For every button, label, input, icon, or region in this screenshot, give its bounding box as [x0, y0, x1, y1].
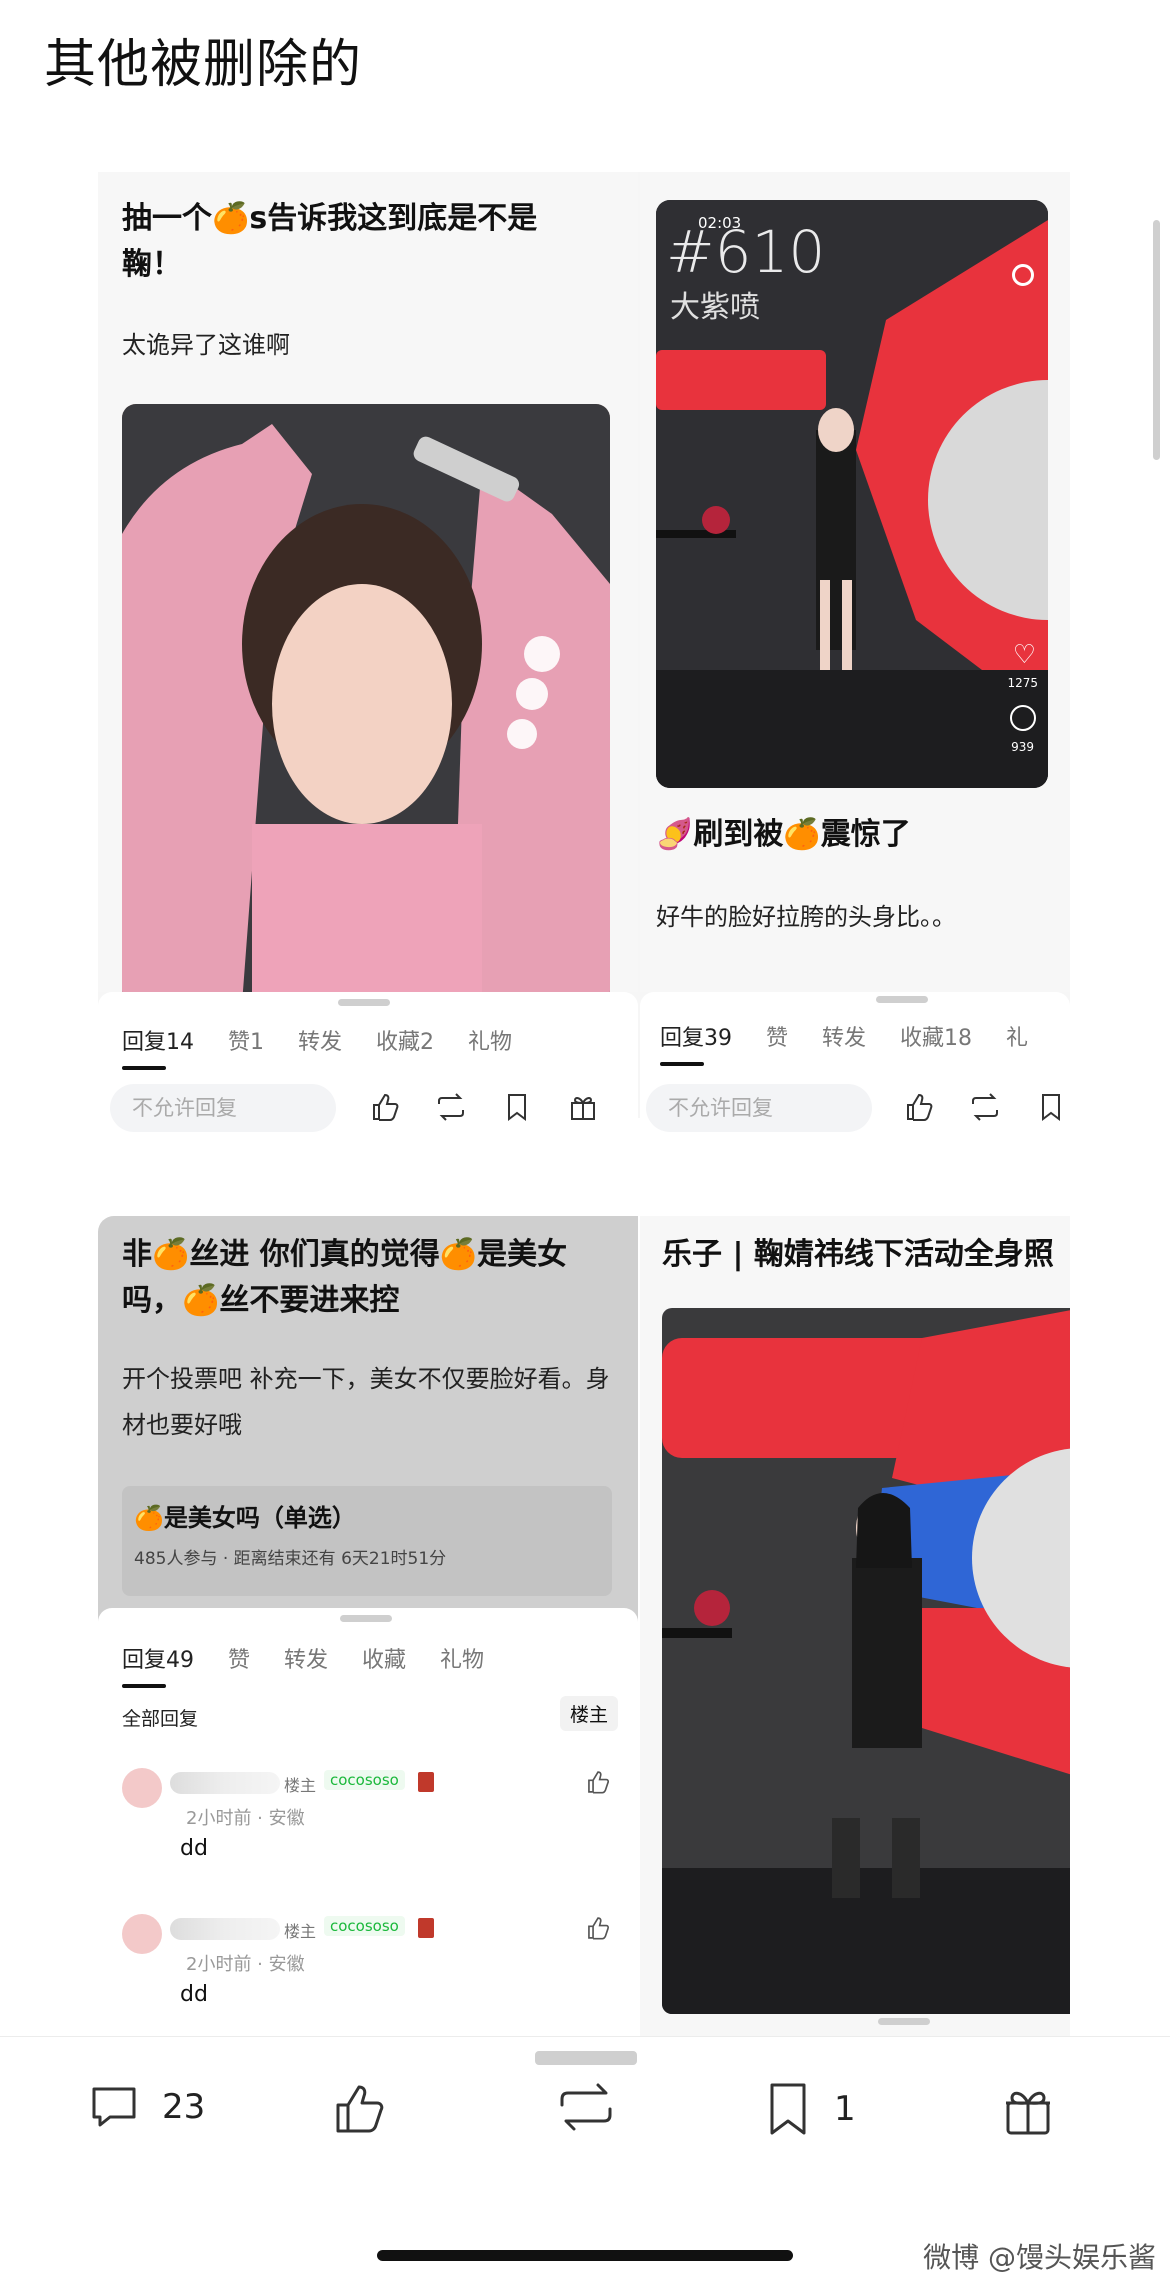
post-title: 抽一个🍊s告诉我这到底是不是鞠！: [122, 201, 538, 282]
user-badge: cocososo: [324, 1916, 405, 1936]
watermark: 微博 @馒头娱乐酱: [923, 2241, 1156, 2274]
tab-gifts[interactable]: 礼: [1006, 1020, 1028, 1052]
comment-icon[interactable]: [1010, 705, 1036, 731]
page: 其他被删除的 抽一个🍊s告诉我这到底是不是鞠！ 太诡异了这谁啊 回复14 赞1 …: [0, 0, 1170, 2285]
op-filter-button[interactable]: 楼主: [559, 1696, 618, 1731]
video-like-count: 1275: [1007, 676, 1038, 690]
like-icon[interactable]: [902, 1090, 936, 1124]
post-card-2[interactable]: 02:03 #610 大紫喷 ♡ 1275 939 🍠刷到被🍊震惊了 好牛的脸好…: [640, 172, 1070, 992]
bookmark-icon: [770, 2083, 806, 2135]
tab-gifts[interactable]: 礼物: [468, 1024, 512, 1056]
tab-favorites[interactable]: 收藏2: [376, 1024, 434, 1056]
tab-reposts[interactable]: 转发: [298, 1024, 342, 1056]
reply-input[interactable]: 不允许回复: [110, 1084, 336, 1132]
sheet-grabber[interactable]: [340, 1615, 392, 1622]
video-subtitle: 大紫喷: [670, 290, 760, 325]
post-2-tabs: 回复39 赞 转发 收藏18 礼: [660, 1020, 1062, 1066]
post-image[interactable]: [122, 404, 610, 992]
post-body: 太诡异了这谁啊: [122, 331, 290, 359]
post-card-4[interactable]: 乐子 | 鞠婧祎线下活动全身照: [640, 1216, 1070, 2036]
bottom-comment-button[interactable]: 23: [86, 2079, 205, 2135]
tab-likes[interactable]: 赞: [228, 1642, 250, 1674]
repost-icon[interactable]: [968, 1090, 1002, 1124]
post-body: 好牛的脸好拉胯的头身比。。: [656, 903, 956, 931]
post-body: 开个投票吧 补充一下，美女不仅要脸好看。身材也要好哦: [122, 1365, 610, 1439]
comment-username-blurred[interactable]: [170, 1772, 280, 1794]
tab-replies[interactable]: 回复39: [660, 1020, 732, 1066]
post-3-tabs: 回复49 赞 转发 收藏 礼物: [122, 1642, 518, 1688]
bottom-grabber[interactable]: [535, 2051, 637, 2065]
comment-meta: 2小时前 · 安徽: [186, 1808, 305, 1829]
home-indicator[interactable]: [377, 2250, 793, 2261]
post-1-tabs: 回复14 赞1 转发 收藏2 礼物: [122, 1024, 546, 1070]
tab-reposts[interactable]: 转发: [822, 1020, 866, 1052]
post-2-action-sheet: 回复39 赞 转发 收藏18 礼 不允许回复: [640, 992, 1070, 1142]
video-number: #610: [666, 218, 826, 286]
op-tag: 楼主: [284, 1776, 317, 1795]
poll-card[interactable]: 🍊是美女吗（单选） 485人参与 · 距离结束还有 6天21时51分: [122, 1486, 612, 1596]
level-badge-icon: [418, 1918, 434, 1938]
avatar[interactable]: [122, 1914, 162, 1954]
op-tag: 楼主: [284, 1922, 317, 1941]
tab-gifts[interactable]: 礼物: [440, 1642, 484, 1674]
post-image[interactable]: [662, 1308, 1070, 2014]
like-icon: [336, 2085, 384, 2133]
like-icon[interactable]: [368, 1090, 402, 1124]
bottom-repost-button[interactable]: [554, 2079, 618, 2135]
video-player[interactable]: 02:03 #610 大紫喷 ♡ 1275 939: [656, 200, 1048, 788]
comment-like-icon[interactable]: [584, 1914, 612, 1942]
gift-icon: [1006, 2091, 1050, 2135]
tab-replies[interactable]: 回复49: [122, 1642, 194, 1688]
comment-username-blurred[interactable]: [170, 1918, 280, 1940]
comment-meta: 2小时前 · 安徽: [186, 1954, 305, 1975]
tab-likes[interactable]: 赞1: [228, 1024, 264, 1056]
bottom-gift-button[interactable]: [998, 2079, 1058, 2139]
comment-text: dd: [180, 1982, 208, 2007]
level-badge-icon: [418, 1772, 434, 1792]
post-title: 非🍊丝进 你们真的觉得🍊是美女吗，🍊丝不要进来控: [122, 1237, 568, 1318]
sheet-grabber[interactable]: [876, 996, 928, 1003]
repost-icon: [560, 2083, 612, 2131]
all-replies-label: 全部回复: [122, 1708, 199, 1730]
bookmark-icon[interactable]: [1034, 1090, 1068, 1124]
bottom-like-button[interactable]: [330, 2079, 390, 2139]
comment-icon: [92, 2087, 136, 2127]
tab-likes[interactable]: 赞: [766, 1020, 788, 1052]
comment-count: 23: [162, 2087, 206, 2127]
bookmark-icon[interactable]: [500, 1090, 534, 1124]
comment-like-icon[interactable]: [584, 1768, 612, 1796]
sheet-grabber[interactable]: [338, 999, 390, 1006]
search-icon[interactable]: [1012, 264, 1034, 286]
post-title: 🍠刷到被🍊震惊了: [656, 817, 911, 852]
post-title: 乐子 | 鞠婧祎线下活动全身照: [662, 1237, 1054, 1272]
tab-replies[interactable]: 回复14: [122, 1024, 194, 1070]
post-1-action-sheet: 回复14 赞1 转发 收藏2 礼物 不允许回复: [98, 992, 638, 1142]
bottom-bookmark-button[interactable]: 1: [762, 2079, 856, 2139]
reply-input[interactable]: 不允许回复: [646, 1084, 872, 1132]
poll-title: 🍊是美女吗（单选）: [134, 1504, 356, 1532]
comment-text: dd: [180, 1836, 208, 1861]
post-card-1-panel: 抽一个🍊s告诉我这到底是不是鞠！ 太诡异了这谁啊: [98, 172, 638, 992]
event-photo: [662, 1308, 1070, 2014]
gift-icon[interactable]: [566, 1090, 600, 1124]
tab-favorites[interactable]: 收藏18: [900, 1020, 972, 1052]
sheet-grabber[interactable]: [878, 2018, 930, 2025]
scrollbar[interactable]: [1153, 220, 1160, 460]
bookmark-count: 1: [834, 2089, 856, 2129]
avatar[interactable]: [122, 1768, 162, 1808]
video-comment-count: 939: [1011, 740, 1034, 754]
tab-favorites[interactable]: 收藏: [362, 1642, 406, 1674]
portrait-illustration: [122, 404, 610, 992]
repost-icon[interactable]: [434, 1090, 468, 1124]
heart-icon[interactable]: ♡: [1013, 640, 1036, 670]
tab-reposts[interactable]: 转发: [284, 1642, 328, 1674]
user-badge: cocososo: [324, 1770, 405, 1790]
post-3-reply-sheet: 回复49 赞 转发 收藏 礼物 全部回复 楼主 楼主 cocososo 2小时前…: [98, 1608, 638, 2048]
page-title: 其他被删除的: [44, 35, 363, 95]
poll-meta: 485人参与 · 距离结束还有 6天21时51分: [134, 1549, 447, 1569]
